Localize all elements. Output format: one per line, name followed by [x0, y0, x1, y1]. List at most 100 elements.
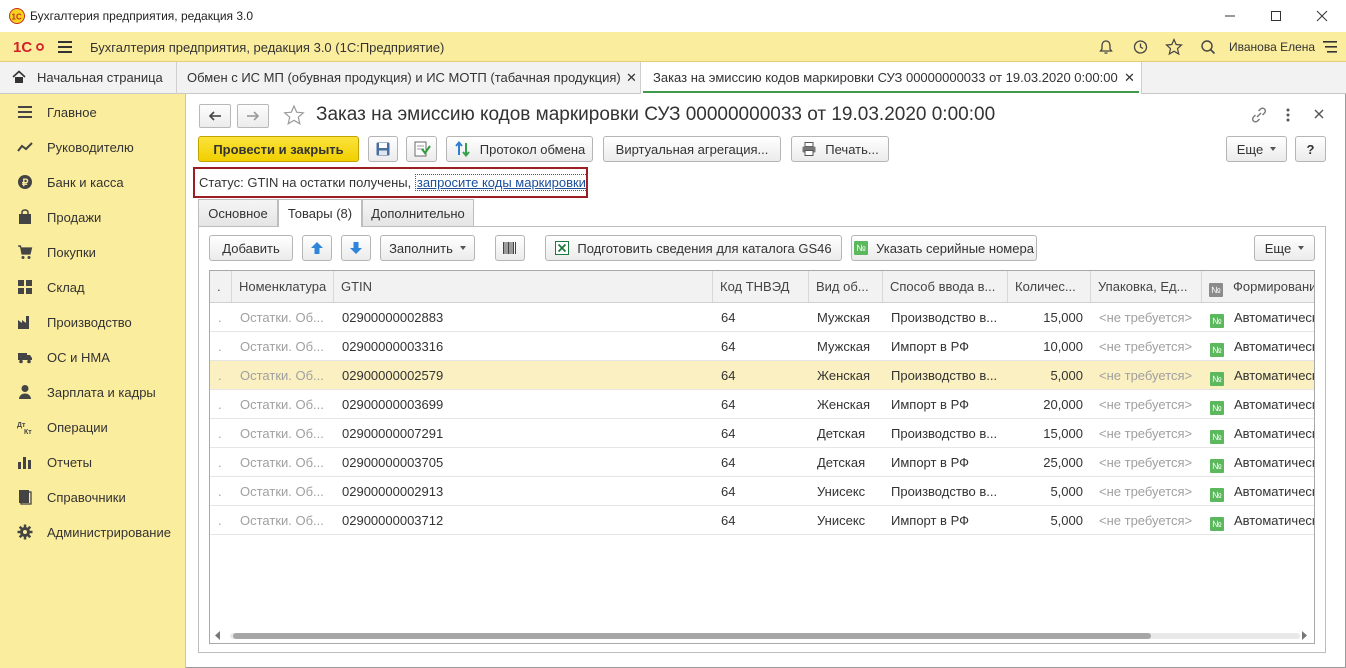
- tab-order[interactable]: Заказ на эмиссию кодов маркировки СУЗ 00…: [641, 62, 1142, 95]
- cell-quantity[interactable]: 20,000: [1008, 390, 1091, 418]
- cell-method[interactable]: Импорт в РФ: [883, 506, 1008, 534]
- cell-package[interactable]: <не требуется>: [1091, 506, 1202, 534]
- cell-kind[interactable]: Мужская: [809, 303, 883, 331]
- cell-tnved[interactable]: 64: [713, 477, 809, 505]
- cell-package[interactable]: <не требуется>: [1091, 477, 1202, 505]
- cell-marker[interactable]: .: [210, 448, 232, 476]
- cell-gtin[interactable]: 02900000002579: [334, 361, 713, 389]
- cell-gtin[interactable]: 02900000003316: [334, 332, 713, 360]
- column-header-quantity[interactable]: Количес...: [1008, 271, 1091, 302]
- settings-menu-icon[interactable]: [1320, 37, 1340, 57]
- scroll-right-icon[interactable]: [1302, 631, 1308, 640]
- cell-forming[interactable]: № Автоматическ: [1202, 361, 1314, 389]
- cell-method[interactable]: Импорт в РФ: [883, 448, 1008, 476]
- help-button[interactable]: ?: [1295, 136, 1326, 162]
- sidebar-item-sales[interactable]: Продажи: [0, 200, 185, 235]
- cell-gtin[interactable]: 02900000003705: [334, 448, 713, 476]
- more-actions-button[interactable]: Еще: [1226, 136, 1287, 162]
- cell-quantity[interactable]: 25,000: [1008, 448, 1091, 476]
- move-down-button[interactable]: [341, 235, 371, 261]
- user-name[interactable]: Иванова Елена: [1229, 40, 1315, 54]
- sidebar-item-main[interactable]: Главное: [0, 95, 185, 130]
- sidebar-item-reports[interactable]: Отчеты: [0, 445, 185, 480]
- more-vertical-icon[interactable]: [1283, 106, 1293, 124]
- cell-marker[interactable]: .: [210, 361, 232, 389]
- sidebar-item-bank[interactable]: ₽ Банк и касса: [0, 165, 185, 200]
- scrollbar-thumb[interactable]: [233, 633, 1151, 639]
- cell-method[interactable]: Производство в...: [883, 303, 1008, 331]
- virtual-aggregation-button[interactable]: Виртуальная агрегация...: [603, 136, 781, 162]
- search-icon[interactable]: [1198, 37, 1218, 57]
- barcode-button[interactable]: [495, 235, 525, 261]
- favorites-star-icon[interactable]: [1164, 37, 1184, 57]
- table-row[interactable]: . Остатки. Об... 02900000003705 64 Детская Им…: [210, 448, 1314, 477]
- cell-quantity[interactable]: 5,000: [1008, 361, 1091, 389]
- favorite-star-icon[interactable]: [283, 104, 305, 126]
- tab-goods[interactable]: Товары (8): [278, 199, 362, 228]
- table-row[interactable]: . Остатки. Об... 02900000002883 64 Мужская Пр…: [210, 303, 1314, 332]
- cell-kind[interactable]: Унисекс: [809, 477, 883, 505]
- column-header-kind[interactable]: Вид об...: [809, 271, 883, 302]
- cell-method[interactable]: Импорт в РФ: [883, 332, 1008, 360]
- goods-more-button[interactable]: Еще: [1254, 235, 1315, 261]
- cell-nomenclature[interactable]: Остатки. Об...: [232, 506, 334, 534]
- table-row[interactable]: . Остатки. Об... 02900000007291 64 Детская Пр…: [210, 419, 1314, 448]
- cell-package[interactable]: <не требуется>: [1091, 303, 1202, 331]
- cell-kind[interactable]: Женская: [809, 361, 883, 389]
- cell-forming[interactable]: № Автоматическ: [1202, 303, 1314, 331]
- cell-marker[interactable]: .: [210, 419, 232, 447]
- close-window-button[interactable]: [1299, 0, 1345, 32]
- tab-main[interactable]: Основное: [198, 199, 278, 227]
- cell-quantity[interactable]: 5,000: [1008, 477, 1091, 505]
- cell-method[interactable]: Производство в...: [883, 361, 1008, 389]
- cell-nomenclature[interactable]: Остатки. Об...: [232, 477, 334, 505]
- sidebar-item-references[interactable]: Справочники: [0, 480, 185, 515]
- sidebar-item-purchases[interactable]: Покупки: [0, 235, 185, 270]
- cell-tnved[interactable]: 64: [713, 419, 809, 447]
- cell-kind[interactable]: Детская: [809, 448, 883, 476]
- close-form-icon[interactable]: [1312, 107, 1326, 121]
- cell-method[interactable]: Производство в...: [883, 477, 1008, 505]
- column-header-method[interactable]: Способ ввода в...: [883, 271, 1008, 302]
- cell-package[interactable]: <не требуется>: [1091, 332, 1202, 360]
- table-row[interactable]: . Остатки. Об... 02900000002579 64 Женская Пр…: [210, 361, 1314, 390]
- cell-marker[interactable]: .: [210, 332, 232, 360]
- cell-tnved[interactable]: 64: [713, 332, 809, 360]
- cell-nomenclature[interactable]: Остатки. Об...: [232, 419, 334, 447]
- cell-kind[interactable]: Мужская: [809, 332, 883, 360]
- history-icon[interactable]: [1130, 37, 1150, 57]
- post-and-close-button[interactable]: Провести и закрыть: [198, 136, 359, 162]
- cell-marker[interactable]: .: [210, 506, 232, 534]
- cell-package[interactable]: <не требуется>: [1091, 419, 1202, 447]
- cell-forming[interactable]: № Автоматическ: [1202, 332, 1314, 360]
- sidebar-item-admin[interactable]: Администрирование: [0, 515, 185, 550]
- table-row[interactable]: . Остатки. Об... 02900000002913 64 Унисекс Пр…: [210, 477, 1314, 506]
- column-header-tnved[interactable]: Код ТНВЭД: [713, 271, 809, 302]
- sidebar-item-warehouse[interactable]: Склад: [0, 270, 185, 305]
- table-row[interactable]: . Остатки. Об... 02900000003316 64 Мужская Им…: [210, 332, 1314, 361]
- cell-tnved[interactable]: 64: [713, 361, 809, 389]
- close-tab-icon[interactable]: ✕: [1124, 70, 1135, 86]
- cell-gtin[interactable]: 02900000003712: [334, 506, 713, 534]
- column-header-marker[interactable]: .: [210, 271, 232, 302]
- cell-kind[interactable]: Детская: [809, 419, 883, 447]
- cell-quantity[interactable]: 15,000: [1008, 303, 1091, 331]
- cell-marker[interactable]: .: [210, 303, 232, 331]
- table-row[interactable]: . Остатки. Об... 02900000003712 64 Унисекс Им…: [210, 506, 1314, 535]
- cell-tnved[interactable]: 64: [713, 303, 809, 331]
- cell-forming[interactable]: № Автоматическ: [1202, 448, 1314, 476]
- fill-button[interactable]: Заполнить: [380, 235, 475, 261]
- back-button[interactable]: [199, 104, 231, 128]
- cell-tnved[interactable]: 64: [713, 390, 809, 418]
- close-tab-icon[interactable]: ✕: [626, 70, 637, 86]
- cell-quantity[interactable]: 10,000: [1008, 332, 1091, 360]
- table-row[interactable]: . Остатки. Об... 02900000003699 64 Женская Им…: [210, 390, 1314, 419]
- exchange-log-button[interactable]: Протокол обмена: [446, 136, 593, 162]
- add-button[interactable]: Добавить: [209, 235, 293, 261]
- cell-forming[interactable]: № Автоматическ: [1202, 506, 1314, 534]
- request-codes-link[interactable]: запросите коды маркировки: [414, 174, 588, 191]
- minimize-button[interactable]: [1207, 0, 1253, 32]
- post-document-button[interactable]: [406, 136, 437, 162]
- goods-table[interactable]: . Номенклатура GTIN Код ТНВЭД Вид об... …: [209, 270, 1315, 644]
- sidebar-item-fixed-assets[interactable]: ОС и НМА: [0, 340, 185, 375]
